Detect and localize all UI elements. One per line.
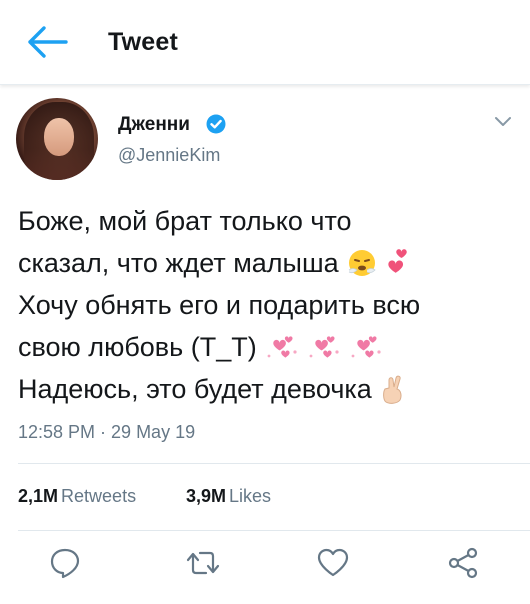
likes-label: Likes — [229, 486, 272, 506]
tweet-line-text: свою любовь (T_T) — [18, 332, 257, 362]
reply-icon[interactable] — [48, 546, 82, 580]
divider — [18, 463, 530, 464]
tweet-line-text: Боже, мой брат только что — [18, 206, 352, 236]
tweet-line-3: Хочу обнять его и подарить всю — [18, 284, 518, 326]
tweet-line-5: Надеюсь, это будет девочка — [18, 368, 518, 410]
avatar-face — [44, 118, 74, 156]
tweet-line-1: Боже, мой брат только что — [18, 200, 518, 242]
back-button[interactable] — [26, 24, 70, 60]
tweet-line-text: сказал, что ждет малыша — [18, 248, 339, 278]
avatar[interactable] — [16, 98, 98, 180]
retweets-count: 2,1M — [18, 486, 59, 506]
two-hearts-icon — [387, 249, 407, 273]
face-with-steam-icon — [348, 250, 376, 276]
sparkling-hearts-icon — [309, 336, 339, 358]
share-icon[interactable] — [446, 546, 480, 580]
tweet-line-text: Хочу обнять его и подарить всю — [18, 290, 421, 320]
chevron-down-icon[interactable] — [492, 110, 514, 132]
like-icon[interactable] — [316, 546, 350, 580]
top-bar: Tweet — [0, 0, 530, 85]
arrow-left-icon — [28, 26, 68, 58]
page-title: Tweet — [108, 28, 178, 56]
tweet-timestamp: 12:58 PM · 29 May 19 — [18, 422, 196, 442]
sparkling-hearts-icon — [267, 336, 297, 358]
author-name[interactable]: Дженни — [118, 114, 190, 136]
crossed-fingers-icon — [382, 375, 402, 404]
retweets-stat[interactable]: 2,1M Retweets — [18, 486, 136, 507]
tweet-line-4: свою любовь (T_T) — [18, 326, 518, 368]
retweets-label: Retweets — [61, 486, 137, 506]
author-handle[interactable]: @JennieKim — [118, 145, 220, 166]
tweet-line-text: Надеюсь, это будет девочка — [18, 374, 372, 404]
tweet-text: Боже, мой брат только что сказал, что жд… — [18, 200, 518, 410]
sparkling-hearts-icon — [351, 336, 381, 358]
likes-stat[interactable]: 3,9M Likes — [186, 486, 271, 507]
tweet-line-2: сказал, что ждет малыша — [18, 242, 518, 284]
divider — [18, 530, 530, 531]
retweet-icon[interactable] — [186, 546, 220, 580]
likes-count: 3,9M — [186, 486, 227, 506]
verified-badge-icon — [206, 114, 226, 134]
